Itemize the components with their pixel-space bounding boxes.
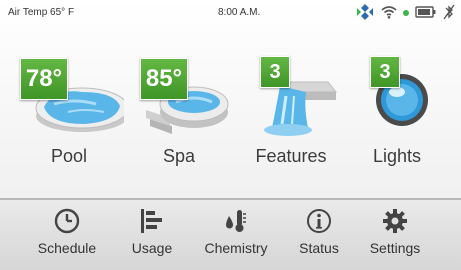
spa-label: Spa <box>162 146 196 166</box>
bar-chart-icon <box>124 208 180 234</box>
nav-status-label: Status <box>299 240 339 256</box>
features-label: Features <box>255 146 327 166</box>
thermometer-drop-icon <box>198 208 274 234</box>
wifi-icon <box>381 5 397 22</box>
lights-count-badge: 3 <box>370 56 400 88</box>
features-count-badge: 3 <box>260 56 290 88</box>
spa-temperature-badge: 85° <box>140 58 188 100</box>
light-bulb-icon <box>352 52 452 142</box>
bottom-nav: Schedule Usage Chemistry Status Settings <box>0 198 461 270</box>
spa-tile[interactable]: 85° Spa <box>124 44 234 174</box>
clock-icon <box>30 208 104 234</box>
air-temp-readout: Air Temp 65° F <box>8 7 75 18</box>
nav-chemistry[interactable]: Chemistry <box>198 206 274 266</box>
nav-settings-label: Settings <box>369 240 421 256</box>
brand-logo-icon <box>355 3 375 24</box>
nav-schedule[interactable]: Schedule <box>30 206 104 266</box>
pool-label: Pool <box>50 146 88 166</box>
app-screen: Air Temp 65° F 8:00 A.M. 78° Pool 85° Sp… <box>0 0 461 270</box>
nav-usage[interactable]: Usage <box>124 206 180 266</box>
pool-temperature-badge: 78° <box>20 58 68 100</box>
pool-tile[interactable]: 78° Pool <box>14 44 129 174</box>
gear-icon <box>360 208 430 234</box>
nav-usage-label: Usage <box>131 240 173 256</box>
bluetooth-off-icon <box>443 4 455 23</box>
connection-status-dot <box>403 10 409 16</box>
nav-status[interactable]: Status <box>292 206 346 266</box>
features-tile[interactable]: 3 Features <box>236 44 346 174</box>
nav-schedule-label: Schedule <box>37 240 97 256</box>
lights-tile[interactable]: 3 Lights <box>342 44 452 174</box>
nav-settings[interactable]: Settings <box>360 206 430 266</box>
clock: 8:00 A.M. <box>218 7 261 18</box>
lights-label: Lights <box>372 146 422 166</box>
status-bar: Air Temp 65° F 8:00 A.M. <box>0 0 461 26</box>
nav-chemistry-label: Chemistry <box>204 240 268 256</box>
info-icon <box>292 208 346 234</box>
battery-icon <box>415 5 437 21</box>
status-icons <box>355 3 455 23</box>
